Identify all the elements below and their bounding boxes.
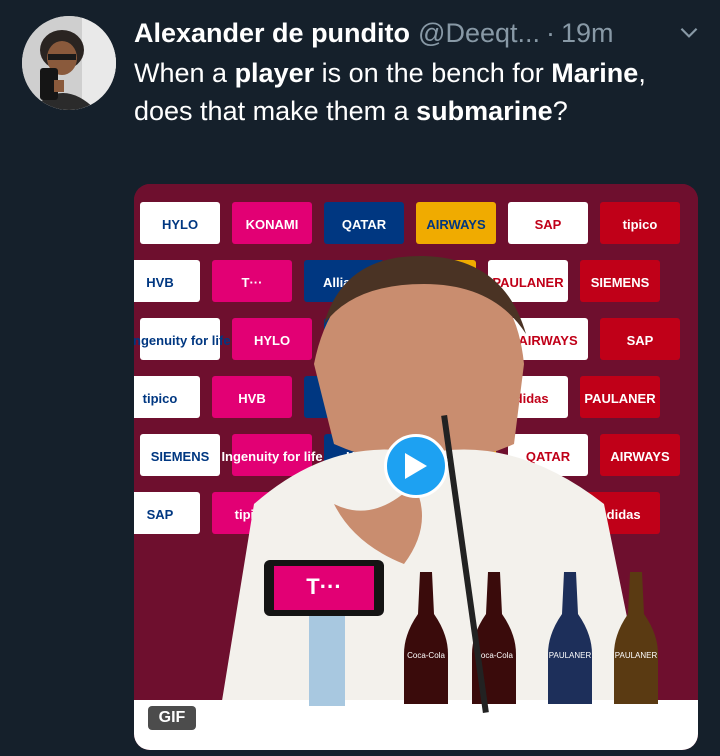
sponsor-logo-text: SIEMENS	[151, 449, 210, 464]
sponsor-logo-text: QATAR	[526, 449, 571, 464]
sponsor-logo-text: AIRWAYS	[518, 333, 578, 348]
gif-badge: GIF	[148, 706, 196, 730]
tweet-header: Alexander de pundito @Deeqt... · 19m	[134, 13, 702, 53]
phone-logo: T···	[306, 574, 341, 599]
avatar[interactable]	[22, 16, 116, 110]
chevron-down-icon[interactable]	[676, 19, 702, 45]
bottle-label: Coca-Cola	[407, 651, 445, 660]
sponsor-logo-text: HYLO	[162, 217, 198, 232]
sponsor-logo-text: SAP	[535, 217, 562, 232]
sponsor-logo-text: tipico	[143, 391, 178, 406]
timestamp[interactable]: 19m	[561, 18, 614, 49]
sponsor-logo-text: Ingenuity for life	[221, 449, 322, 464]
sponsor-logo-text: PAULANER	[492, 275, 564, 290]
sponsor-logo-text: SAP	[147, 507, 174, 522]
tweet-text-part: is on the bench for	[314, 58, 552, 88]
tweet-text-bold: Marine	[551, 58, 639, 88]
separator-dot: ·	[546, 17, 555, 48]
tweet-text-bold: submarine	[416, 96, 553, 126]
sponsor-logo-text: HVB	[238, 391, 265, 406]
tweet-text-part: When a	[134, 58, 235, 88]
sponsor-logo-text: AIRWAYS	[610, 449, 670, 464]
sponsor-logo-text: PAULANER	[584, 391, 656, 406]
sponsor-logo-text: QATAR	[342, 217, 387, 232]
sponsor-logo-text: HYLO	[254, 333, 290, 348]
tweet-text-bold: player	[234, 58, 315, 88]
play-button[interactable]	[384, 434, 448, 498]
gif-media[interactable]: HYLO KONAMI QATAR AIRWAYS SAP tipico HVB T··· Al…	[134, 184, 698, 750]
display-name[interactable]: Alexander de pundito	[134, 18, 410, 49]
tweet-text: When a player is on the bench for Marine…	[134, 54, 700, 130]
sponsor-logo-text: Ingenuity for life	[134, 333, 231, 348]
bottle-label: PAULANER	[615, 651, 658, 660]
sponsor-logo-text: T···	[242, 275, 263, 290]
sponsor-logo-text: AIRWAYS	[426, 217, 486, 232]
sponsor-logo-text: tipico	[623, 217, 658, 232]
play-icon	[405, 453, 427, 479]
user-handle[interactable]: @Deeqt...	[418, 18, 540, 49]
bottle-label: PAULANER	[549, 651, 592, 660]
tweet-text-part: ?	[552, 96, 568, 126]
sponsor-logo-text: SIEMENS	[591, 275, 650, 290]
sponsor-logo-text: KONAMI	[246, 217, 299, 232]
sponsor-logo-text: SAP	[627, 333, 654, 348]
sponsor-logo-text: HVB	[146, 275, 173, 290]
